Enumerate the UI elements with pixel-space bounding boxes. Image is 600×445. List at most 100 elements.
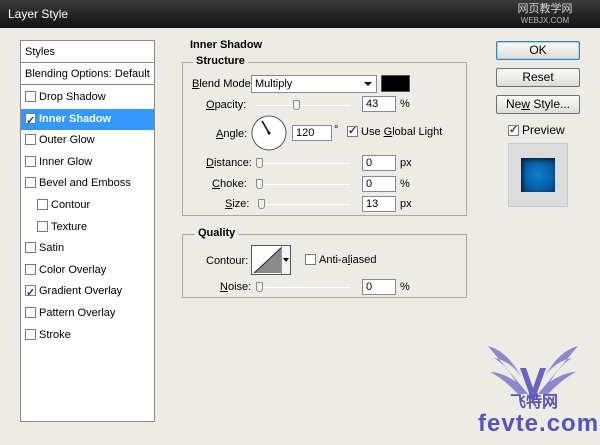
preview-check[interactable] xyxy=(508,123,519,136)
angle-label: Angle: xyxy=(216,128,248,140)
watermark-logo: 飞特网 fevte.com xyxy=(478,338,598,438)
style-item-label: Bevel and Emboss xyxy=(39,177,131,190)
preview-swatch xyxy=(521,158,555,192)
reset-button[interactable]: Reset xyxy=(496,68,580,87)
choke-slider-track[interactable] xyxy=(256,179,350,189)
choke-input[interactable]: 0 xyxy=(362,176,396,192)
style-item[interactable]: Texture xyxy=(21,217,154,238)
distance-input[interactable]: 0 xyxy=(362,155,396,171)
noise-unit: % xyxy=(400,281,410,293)
style-item-checkbox[interactable] xyxy=(25,283,36,304)
structure-title: Structure xyxy=(193,55,248,67)
opacity-label: Opacity: xyxy=(206,99,247,111)
distance-unit: px xyxy=(400,157,412,169)
style-item[interactable]: Pattern Overlay xyxy=(21,303,154,324)
style-item-checkbox[interactable] xyxy=(25,307,36,318)
style-item[interactable]: Contour xyxy=(21,195,154,216)
style-item[interactable]: Inner Glow xyxy=(21,152,154,173)
title-bar: Layer Style 网页教学网 WEBJX.COM xyxy=(0,0,600,28)
style-item-label: Outer Glow xyxy=(39,134,95,147)
style-item[interactable]: Stroke xyxy=(21,325,154,346)
style-item-checkbox[interactable] xyxy=(37,220,48,232)
size-input[interactable]: 13 xyxy=(362,196,396,212)
size-unit: px xyxy=(400,198,412,210)
style-item-checkbox[interactable] xyxy=(25,242,36,254)
window-title: Layer Style xyxy=(8,7,69,21)
size-label: Size: xyxy=(225,198,250,210)
preview-thumbnail xyxy=(508,143,568,207)
style-item[interactable]: Gradient Overlay xyxy=(21,281,154,304)
panel-title: Inner Shadow xyxy=(190,39,263,51)
style-item-checkbox[interactable] xyxy=(25,91,36,102)
style-item-checkbox[interactable] xyxy=(25,263,36,275)
blending-options-item[interactable]: Blending Options: Default xyxy=(21,63,154,85)
size-slider-track[interactable] xyxy=(256,199,350,209)
style-item[interactable]: Color Overlay xyxy=(21,260,154,281)
blend-mode-label: Blend Mode: xyxy=(192,78,254,90)
style-item-label: Stroke xyxy=(39,328,71,341)
style-item-label: Contour xyxy=(51,199,91,211)
anti-aliased-checkbox[interactable]: Anti-aliased xyxy=(305,254,377,266)
choke-slider-thumb[interactable] xyxy=(256,179,263,189)
style-item[interactable]: Bevel and Emboss xyxy=(21,173,154,194)
style-item[interactable]: Inner Shadow xyxy=(21,108,154,132)
style-item-label: Inner Shadow xyxy=(39,112,112,125)
opacity-slider-thumb[interactable] xyxy=(293,100,301,110)
style-item-checkbox[interactable] xyxy=(25,177,36,189)
contour-preview-icon xyxy=(253,246,283,274)
opacity-slider-track[interactable] xyxy=(256,100,350,110)
noise-label: Noise: xyxy=(220,281,252,293)
anti-aliased-check[interactable] xyxy=(305,254,316,265)
distance-slider-track[interactable] xyxy=(256,158,350,168)
size-slider-thumb[interactable] xyxy=(257,199,265,209)
style-item-label: Drop Shadow xyxy=(39,91,106,103)
shadow-color-swatch[interactable] xyxy=(381,75,410,92)
style-item-label: Gradient Overlay xyxy=(39,285,123,298)
chevron-down-icon xyxy=(283,258,289,262)
watermark-en: fevte.com xyxy=(478,410,600,437)
choke-label: Choke: xyxy=(212,178,247,190)
watermark-top-line: 网页教学网 xyxy=(517,3,573,15)
style-item-checkbox[interactable] xyxy=(25,134,36,146)
style-item-label: Inner Glow xyxy=(39,155,93,168)
distance-slider-thumb[interactable] xyxy=(256,158,263,168)
style-item[interactable]: Drop Shadow xyxy=(21,87,154,108)
contour-dropdown-button[interactable] xyxy=(281,246,290,274)
styles-list: Styles Blending Options: Default Drop Sh… xyxy=(20,40,155,422)
new-style-button[interactable]: New Style... xyxy=(496,95,580,114)
quality-title: Quality xyxy=(195,227,239,239)
noise-slider-thumb[interactable] xyxy=(256,282,263,292)
opacity-input[interactable]: 43 xyxy=(362,96,396,112)
style-item-label: Satin xyxy=(39,242,65,255)
style-item-checkbox[interactable] xyxy=(37,199,48,210)
choke-unit: % xyxy=(400,178,410,190)
styles-header[interactable]: Styles xyxy=(21,41,154,63)
blend-mode-select[interactable]: Multiply xyxy=(251,75,377,93)
contour-label: Contour: xyxy=(206,255,249,267)
noise-input[interactable]: 0 xyxy=(362,279,396,295)
blend-mode-value: Multiply xyxy=(255,78,293,90)
opacity-unit: % xyxy=(400,98,410,110)
distance-label: Distance: xyxy=(206,157,252,169)
style-item-checkbox[interactable] xyxy=(25,155,36,167)
use-global-light-check[interactable] xyxy=(347,124,358,137)
angle-input[interactable]: 120 xyxy=(292,125,332,141)
use-global-light-checkbox[interactable]: Use Global Light xyxy=(347,124,442,138)
style-item-checkbox[interactable] xyxy=(25,328,36,340)
contour-picker[interactable] xyxy=(251,245,291,275)
chevron-down-icon xyxy=(364,82,372,86)
style-item[interactable]: Outer Glow xyxy=(21,130,154,151)
watermark-cn: 飞特网 xyxy=(510,394,559,411)
style-item-label: Texture xyxy=(51,220,88,233)
style-item[interactable]: Satin xyxy=(21,238,154,259)
angle-dial[interactable] xyxy=(250,114,288,152)
watermark-top-sub: WEBJX.COM xyxy=(520,16,570,25)
ok-button[interactable]: OK xyxy=(496,41,580,60)
watermark-top: 网页教学网 WEBJX.COM xyxy=(510,4,580,26)
style-item-label: Color Overlay xyxy=(39,263,107,276)
preview-checkbox[interactable]: Preview xyxy=(508,123,565,137)
style-item-label: Pattern Overlay xyxy=(39,307,116,319)
angle-unit: ° xyxy=(334,124,339,136)
noise-slider-track[interactable] xyxy=(256,282,350,292)
style-item-checkbox[interactable] xyxy=(25,111,36,132)
